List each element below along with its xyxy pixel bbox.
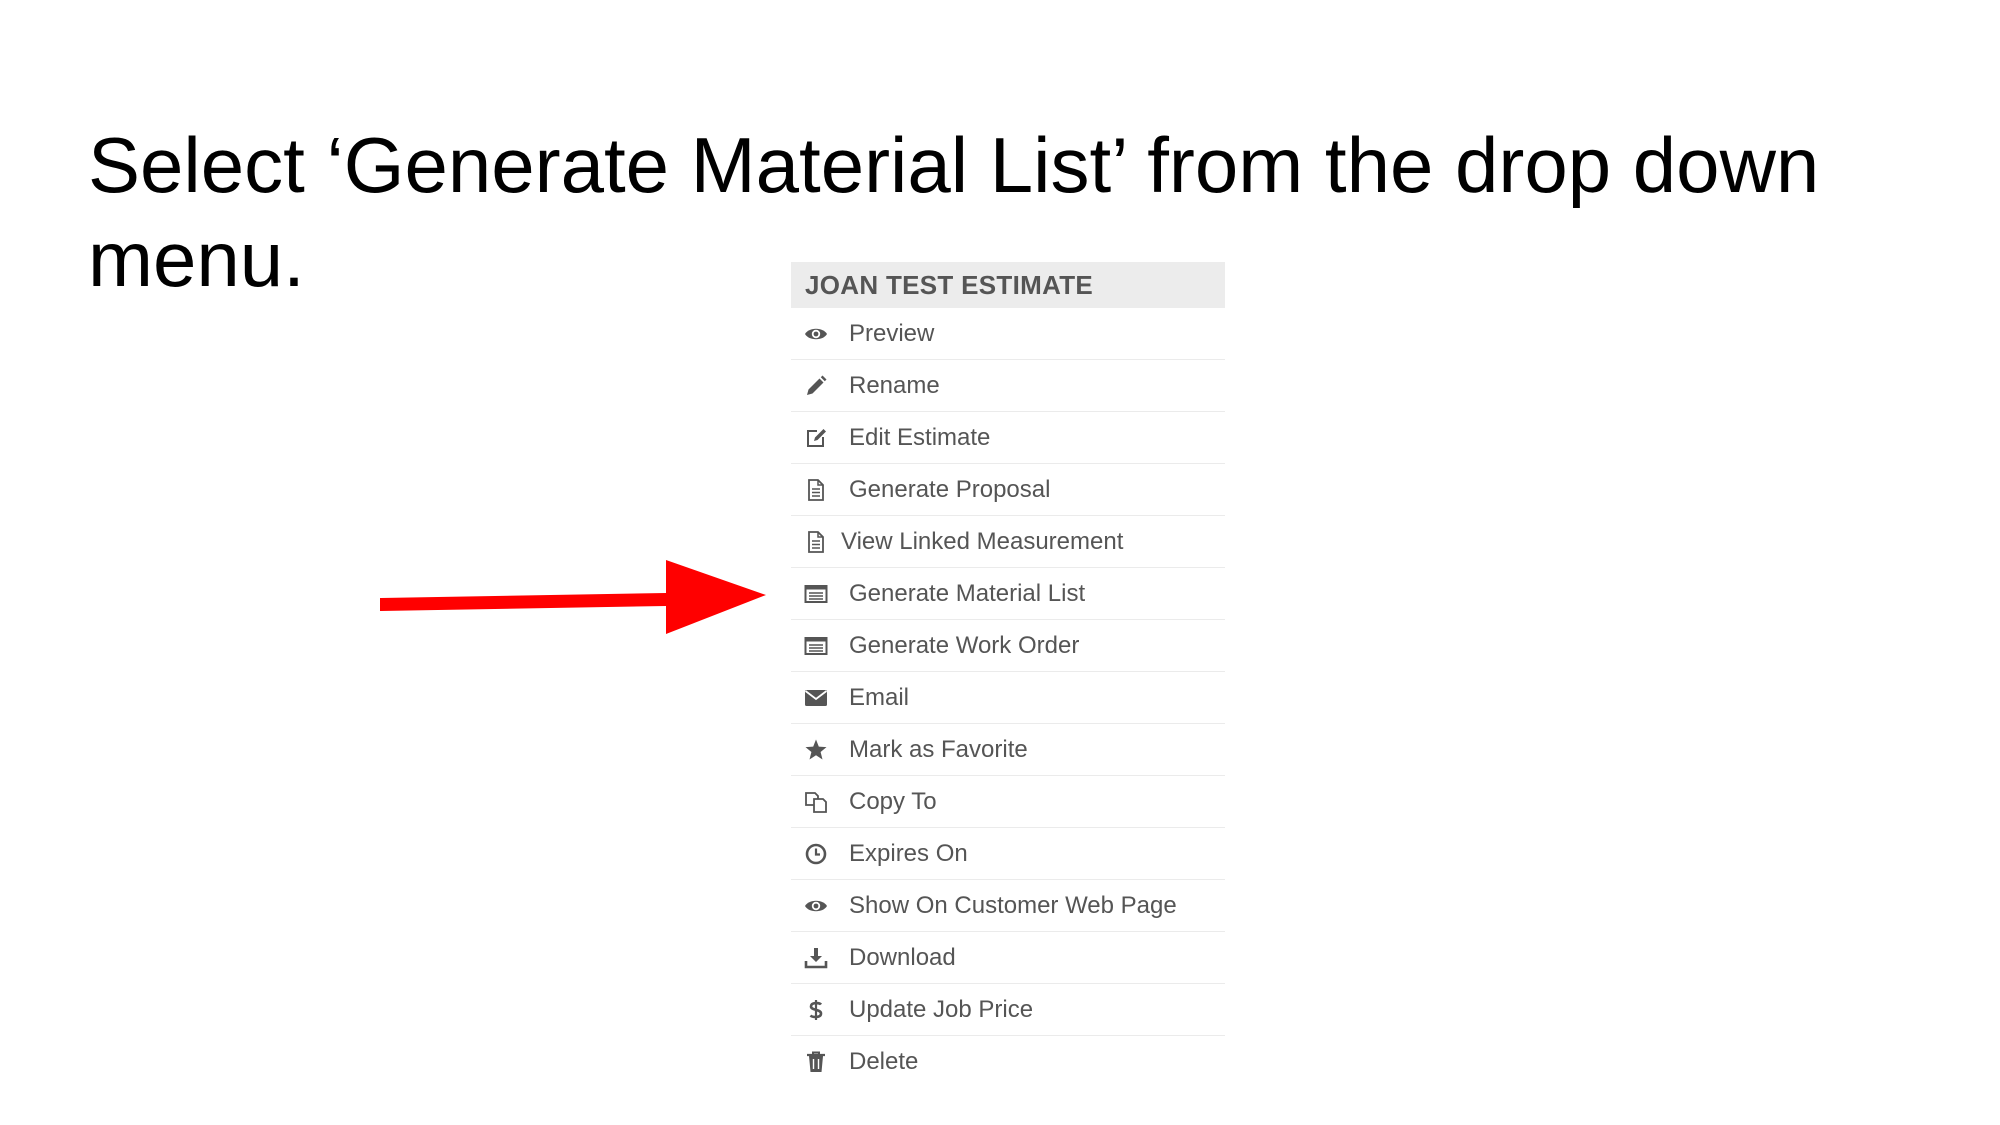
menu-item-label: Generate Proposal <box>849 475 1051 503</box>
menu-item-label: Email <box>849 683 910 711</box>
red-arrow-pointer <box>380 560 766 634</box>
menu-item-label: Expires On <box>849 839 968 867</box>
menu-item-label: Preview <box>849 319 935 347</box>
star-icon <box>803 737 829 763</box>
menu-item-show-on-customer-web-page[interactable]: Show On Customer Web Page <box>791 880 1225 932</box>
trash-icon <box>803 1049 829 1075</box>
eye-icon <box>803 893 829 919</box>
estimate-actions-menu: JOAN TEST ESTIMATE Preview Rename Edit E… <box>791 262 1225 1088</box>
menu-item-expires-on[interactable]: Expires On <box>791 828 1225 880</box>
eye-icon <box>803 321 829 347</box>
menu-item-update-job-price[interactable]: Update Job Price <box>791 984 1225 1036</box>
menu-item-mark-as-favorite[interactable]: Mark as Favorite <box>791 724 1225 776</box>
menu-item-label: Rename <box>849 371 940 399</box>
clock-icon <box>803 841 829 867</box>
menu-item-edit-estimate[interactable]: Edit Estimate <box>791 412 1225 464</box>
menu-item-generate-work-order[interactable]: Generate Work Order <box>791 620 1225 672</box>
edit-icon <box>803 425 829 451</box>
envelope-icon <box>803 685 829 711</box>
document-icon <box>803 529 829 555</box>
menu-item-preview[interactable]: Preview <box>791 308 1225 360</box>
document-icon <box>803 477 829 503</box>
menu-title: JOAN TEST ESTIMATE <box>791 262 1225 308</box>
menu-item-generate-material-list[interactable]: Generate Material List <box>791 568 1225 620</box>
menu-item-label: Show On Customer Web Page <box>849 891 1177 919</box>
pencil-icon <box>803 373 829 399</box>
menu-item-label: View Linked Measurement <box>841 527 1124 555</box>
menu-item-label: Edit Estimate <box>849 423 991 451</box>
menu-item-download[interactable]: Download <box>791 932 1225 984</box>
menu-item-label: Generate Work Order <box>849 631 1080 659</box>
list-icon <box>803 581 829 607</box>
menu-item-delete[interactable]: Delete <box>791 1036 1225 1088</box>
list-icon <box>803 633 829 659</box>
menu-item-label: Generate Material List <box>849 579 1086 607</box>
menu-item-label: Mark as Favorite <box>849 735 1028 763</box>
arrow-head <box>666 560 766 634</box>
menu-item-label: Download <box>849 943 956 971</box>
download-icon <box>803 945 829 971</box>
menu-item-view-linked-measurement[interactable]: View Linked Measurement <box>791 516 1225 568</box>
menu-item-copy-to[interactable]: Copy To <box>791 776 1225 828</box>
copy-icon <box>803 789 829 815</box>
menu-item-generate-proposal[interactable]: Generate Proposal <box>791 464 1225 516</box>
menu-item-label: Copy To <box>849 787 937 815</box>
menu-item-label: Delete <box>849 1048 919 1075</box>
arrow-shaft <box>380 593 666 611</box>
menu-item-rename[interactable]: Rename <box>791 360 1225 412</box>
dollar-icon <box>803 997 829 1023</box>
menu-item-email[interactable]: Email <box>791 672 1225 724</box>
menu-item-label: Update Job Price <box>849 995 1034 1023</box>
menu-item-list: Preview Rename Edit Estimate Generate Pr… <box>791 308 1225 1088</box>
